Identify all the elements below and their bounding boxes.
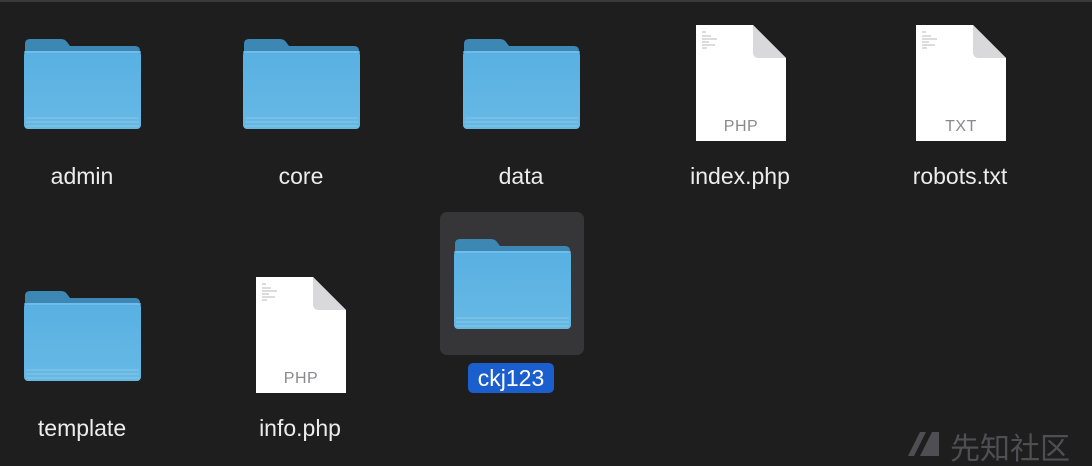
watermark-logo-icon (906, 426, 942, 465)
file-name: info.php (259, 415, 341, 441)
file-type-badge: PHP (283, 370, 319, 387)
file-item-info-php[interactable]: PHP info.php (200, 276, 400, 466)
window-top-edge (0, 0, 1092, 2)
selected-file-name[interactable]: ckj123 (468, 363, 554, 393)
file-type-badge: PHP (723, 118, 759, 135)
file-name: data (498, 163, 544, 189)
folder-icon (453, 236, 571, 330)
file-name: template (37, 415, 127, 441)
file-item-admin[interactable]: admin (0, 30, 182, 230)
txt-file-icon: TXT (915, 24, 1007, 142)
watermark: 先知社区 (906, 424, 1092, 466)
php-file-icon: PHP (255, 276, 347, 394)
file-item-index-php[interactable]: PHP index.php (640, 24, 840, 224)
file-item-robots-txt[interactable]: TXT robots.txt (860, 24, 1060, 224)
folder-icon (462, 36, 580, 130)
file-name: admin (50, 163, 114, 189)
file-item-core[interactable]: core (201, 30, 401, 230)
file-item-data[interactable]: data (421, 30, 621, 230)
folder-icon (23, 36, 141, 130)
file-name: robots.txt (912, 163, 1008, 189)
file-name: index.php (690, 163, 790, 189)
watermark-text: 先知社区 (950, 433, 1070, 466)
file-type-badge: TXT (945, 118, 977, 135)
file-item-ckj123[interactable] (412, 230, 612, 430)
folder-icon (242, 36, 360, 130)
file-item-template[interactable]: template (0, 282, 182, 466)
folder-icon (23, 288, 141, 382)
php-file-icon: PHP (695, 24, 787, 142)
file-name: core (278, 163, 324, 189)
